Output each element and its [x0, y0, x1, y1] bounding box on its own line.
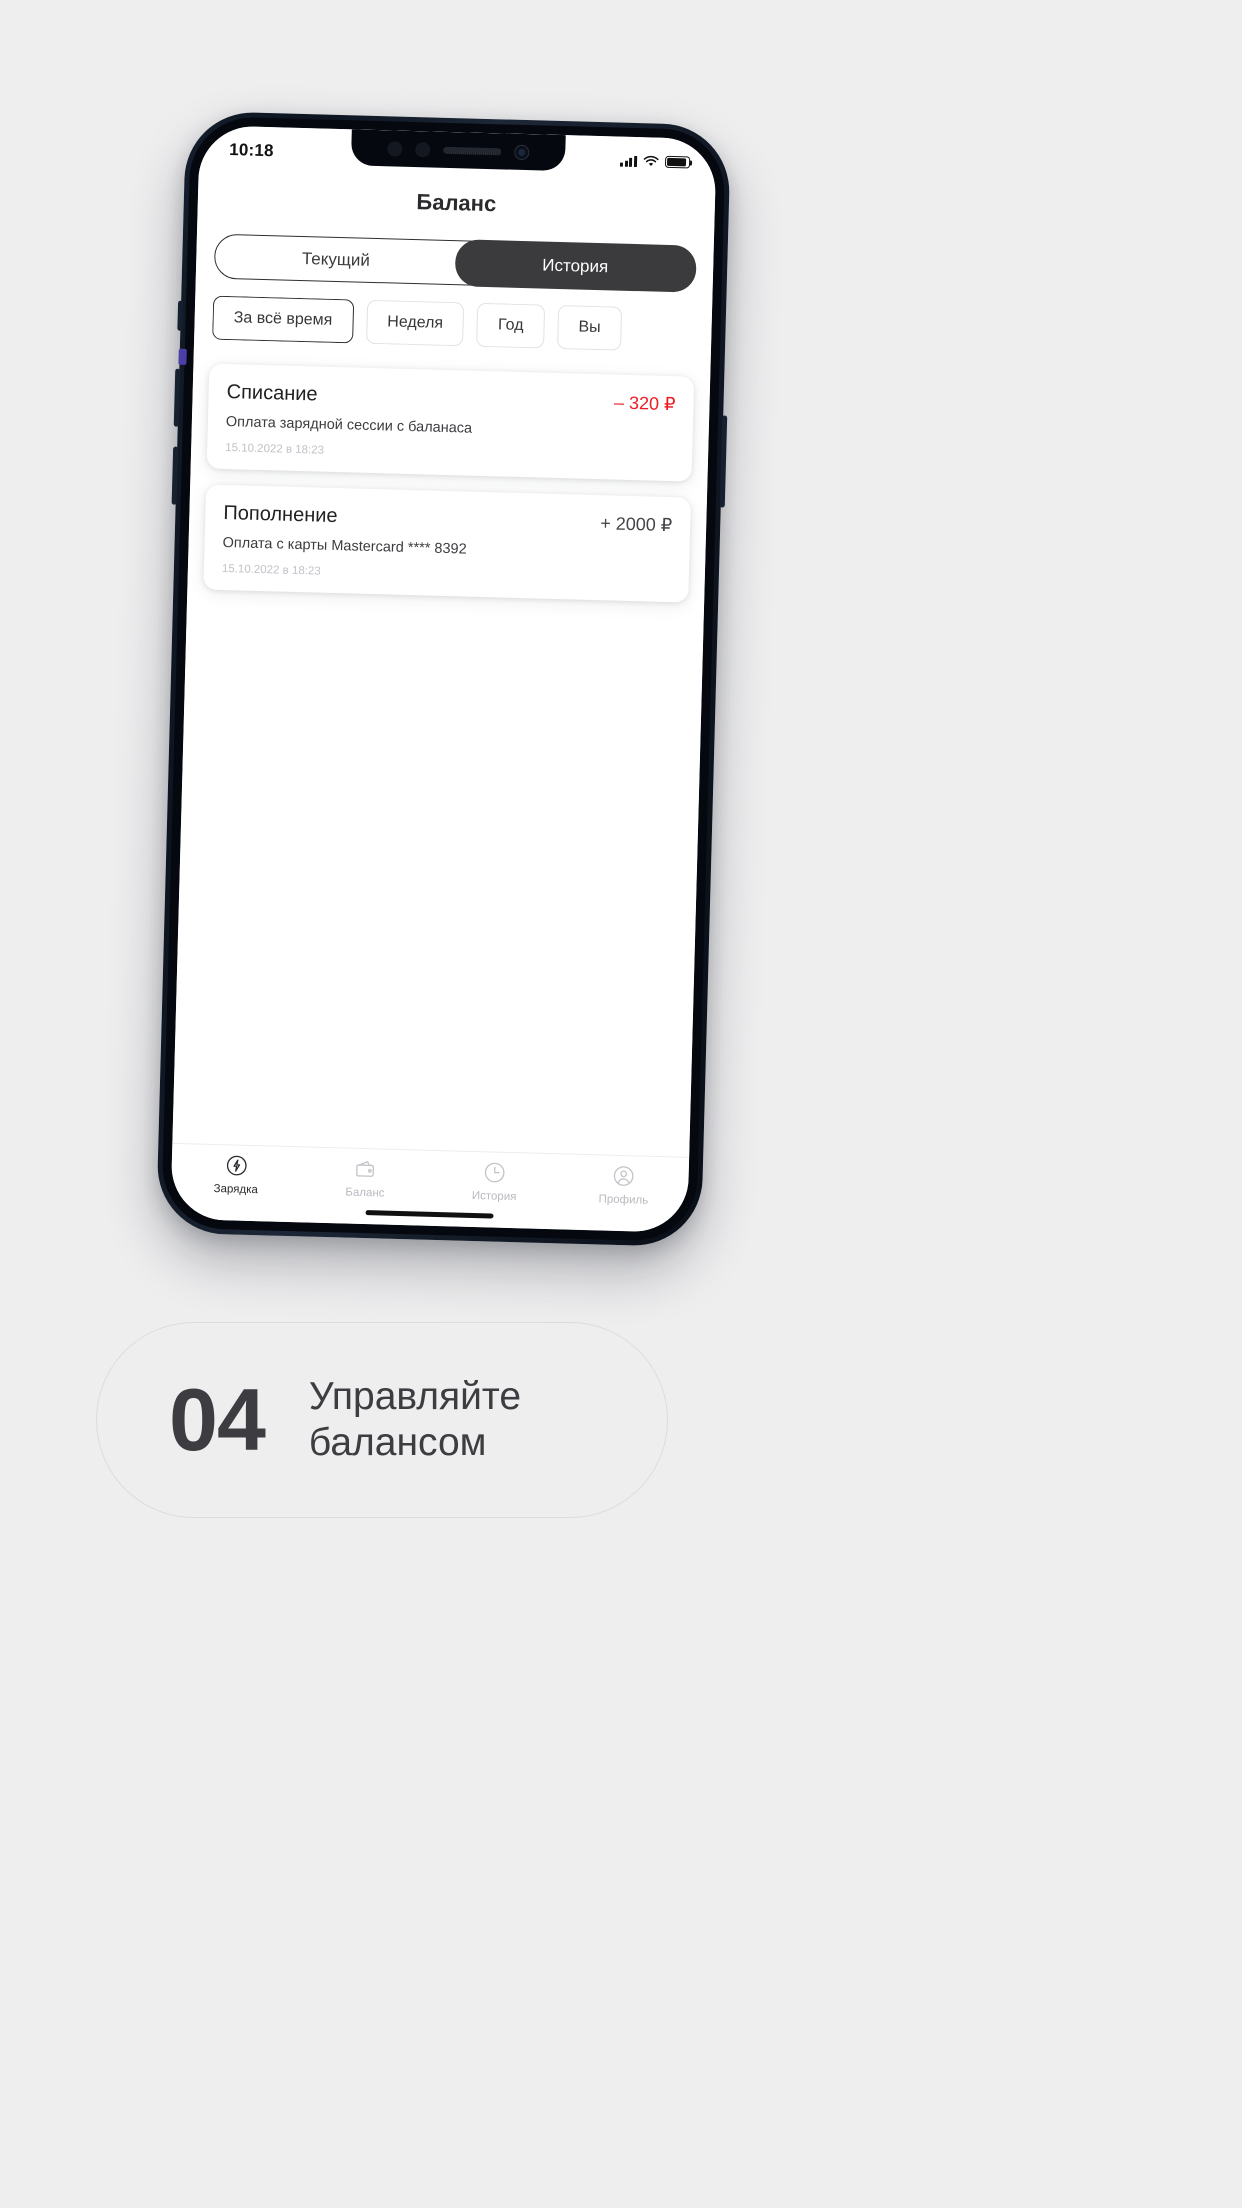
caption-number: 04	[169, 1370, 266, 1469]
tab-label: Зарядка	[213, 1182, 259, 1197]
transaction-header: Списание – 320 ₽	[226, 381, 675, 416]
period-filter-chips[interactable]: За всё время Неделя Год Вы	[212, 295, 712, 353]
segment-current[interactable]: Текущий	[215, 235, 457, 285]
status-time: 10:18	[228, 140, 274, 161]
transaction-amount: + 2000 ₽	[599, 513, 673, 536]
bottom-tab-bar[interactable]: Зарядка Баланс История Профиль	[170, 1142, 690, 1233]
tab-history[interactable]: История	[429, 1158, 559, 1204]
transaction-header: Пополнение + 2000 ₽	[223, 502, 672, 537]
charging-bolt-icon	[226, 1155, 247, 1176]
tab-label: Баланс	[345, 1186, 385, 1200]
tab-balance[interactable]: Баланс	[300, 1154, 430, 1200]
tab-label: История	[471, 1189, 517, 1204]
caption-pill: 04 Управляйте балансом	[96, 1322, 668, 1518]
status-icons	[620, 155, 691, 169]
page-title: Баланс	[416, 189, 497, 217]
transaction-title: Списание	[226, 381, 318, 406]
chip-custom[interactable]: Вы	[556, 304, 623, 351]
accent-dot	[178, 348, 187, 365]
caption-text: Управляйте балансом	[308, 1374, 522, 1464]
balance-segmented-control[interactable]: Текущий История	[213, 233, 697, 293]
clock-icon	[484, 1162, 505, 1183]
app-content: Баланс Текущий История За всё время Неде…	[170, 125, 717, 1233]
phone-mockup: 10:18 Баланс Текущий История За всё врем…	[155, 110, 732, 1248]
phone-screen: 10:18 Баланс Текущий История За всё врем…	[170, 125, 717, 1233]
transaction-date: 15.10.2022 в 18:23	[221, 562, 321, 578]
user-icon	[614, 1166, 634, 1186]
segment-history[interactable]: История	[454, 239, 697, 293]
transaction-date: 15.10.2022 в 18:23	[225, 442, 325, 457]
power-button[interactable]	[719, 415, 728, 508]
tab-label: Профиль	[598, 1193, 649, 1207]
table-row[interactable]: Пополнение + 2000 ₽ Оплата с карты Maste…	[203, 484, 691, 603]
wifi-icon	[643, 155, 659, 167]
silent-switch[interactable]	[177, 300, 184, 331]
transaction-amount: – 320 ₽	[613, 392, 676, 415]
transaction-description: Оплата зарядной сессии с баланаса	[225, 414, 473, 437]
transaction-list: Списание – 320 ₽ Оплата зарядной сессии …	[188, 363, 695, 1157]
chip-year[interactable]: Год	[476, 302, 546, 349]
transaction-description: Оплата с карты Mastercard **** 8392	[222, 534, 467, 558]
wallet-icon	[355, 1161, 374, 1177]
chip-week[interactable]: Неделя	[365, 299, 465, 347]
table-row[interactable]: Списание – 320 ₽ Оплата зарядной сессии …	[206, 363, 695, 482]
chip-all-time[interactable]: За всё время	[212, 295, 354, 344]
tab-charging[interactable]: Зарядка	[171, 1151, 301, 1197]
battery-icon	[664, 155, 691, 169]
tab-profile[interactable]: Профиль	[559, 1161, 689, 1207]
transaction-title: Пополнение	[223, 501, 338, 528]
cellular-signal-icon	[620, 155, 638, 167]
